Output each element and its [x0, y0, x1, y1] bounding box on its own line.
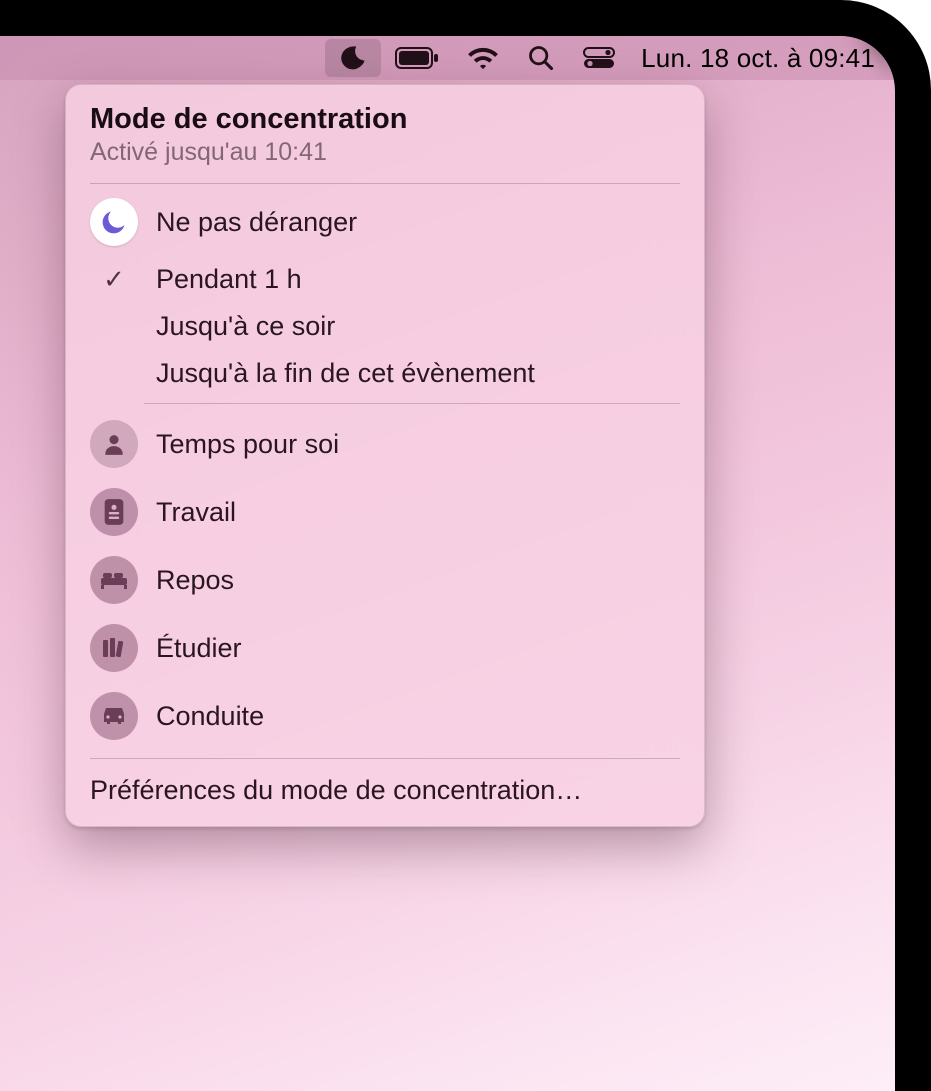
duration-1h[interactable]: ✓ Pendant 1 h	[66, 256, 704, 303]
moon-icon	[339, 44, 367, 72]
divider	[90, 183, 680, 184]
duration-evening[interactable]: Jusqu'à ce soir	[66, 303, 704, 350]
focus-mode-driving[interactable]: Conduite	[66, 682, 704, 750]
device-bezel: Lun. 18 oct. à 09:41 Mode de concentrati…	[0, 0, 931, 1091]
desktop-screen: Lun. 18 oct. à 09:41 Mode de concentrati…	[0, 36, 895, 1091]
battery-icon	[395, 47, 439, 69]
books-icon	[90, 624, 138, 672]
car-icon	[90, 692, 138, 740]
dnd-label: Ne pas déranger	[156, 207, 357, 238]
menubar: Lun. 18 oct. à 09:41	[0, 36, 895, 80]
person-icon	[90, 420, 138, 468]
focus-mode-personal[interactable]: Temps pour soi	[66, 410, 704, 478]
duration-label: Pendant 1 h	[156, 264, 302, 295]
focus-menubar-item[interactable]	[325, 39, 381, 77]
control-center-menubar-item[interactable]	[569, 36, 629, 80]
mode-label: Étudier	[156, 633, 242, 664]
panel-title: Mode de concentration	[90, 103, 680, 136]
battery-menubar-item[interactable]	[381, 36, 453, 80]
checkmark-icon: ✓	[103, 264, 125, 295]
dnd-mode-row[interactable]: Ne pas déranger	[66, 188, 704, 256]
duration-event-end[interactable]: Jusqu'à la fin de cet évènement	[66, 350, 704, 397]
mode-label: Travail	[156, 497, 236, 528]
duration-label: Jusqu'à ce soir	[156, 311, 335, 342]
focus-preferences-link[interactable]: Préférences du mode de concentration…	[66, 763, 704, 812]
mode-label: Temps pour soi	[156, 429, 339, 460]
search-icon	[527, 44, 555, 72]
duration-label: Jusqu'à la fin de cet évènement	[156, 358, 535, 389]
control-center-icon	[583, 47, 615, 69]
moon-icon	[90, 198, 138, 246]
wifi-menubar-item[interactable]	[453, 36, 513, 80]
focus-mode-sleep[interactable]: Repos	[66, 546, 704, 614]
menubar-datetime[interactable]: Lun. 18 oct. à 09:41	[629, 43, 881, 74]
divider	[90, 758, 680, 759]
wifi-icon	[467, 46, 499, 70]
mode-label: Repos	[156, 565, 234, 596]
focus-mode-study[interactable]: Étudier	[66, 614, 704, 682]
focus-mode-work[interactable]: Travail	[66, 478, 704, 546]
bed-icon	[90, 556, 138, 604]
divider	[144, 403, 680, 404]
mode-label: Conduite	[156, 701, 264, 732]
focus-panel: Mode de concentration Activé jusqu'au 10…	[65, 84, 705, 827]
panel-subtitle: Activé jusqu'au 10:41	[90, 138, 680, 167]
badge-icon	[90, 488, 138, 536]
spotlight-menubar-item[interactable]	[513, 36, 569, 80]
